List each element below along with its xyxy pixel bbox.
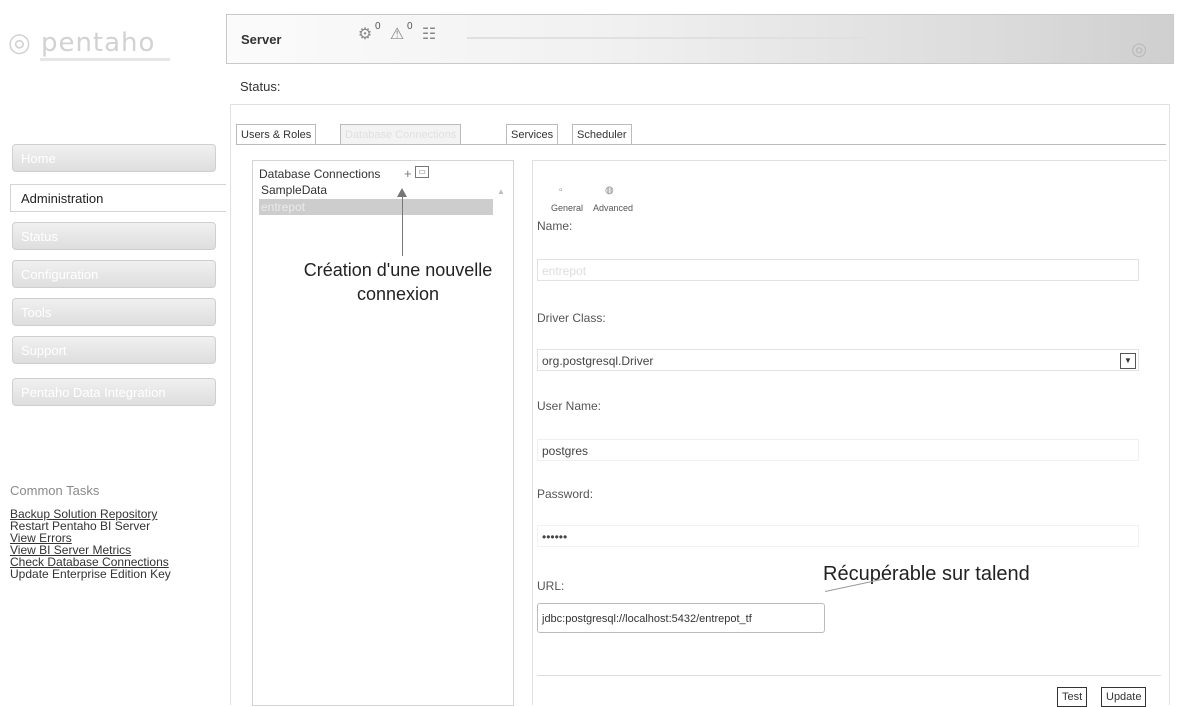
user-name-field[interactable]: postgres (537, 439, 1139, 461)
server-header-bar: Server ⚙ 0 ⚠ 0 ☷ ◎ (226, 14, 1174, 64)
connection-detail-panel: ▫ ◍ General Advanced Name: entrepot Driv… (532, 160, 1167, 707)
annotation-new-connection: Création d'une nouvelle connexion (303, 260, 493, 304)
password-field[interactable]: •••••• (537, 525, 1139, 547)
logo-icon: ◎ (8, 28, 32, 58)
nav-support[interactable]: Support (12, 336, 216, 364)
tab-scheduler[interactable]: Scheduler (572, 124, 632, 144)
detail-divider (537, 675, 1161, 676)
url-field[interactable]: jdbc:postgresql://localhost:5432/entrepo… (537, 603, 825, 633)
logo-text: pentaho (40, 28, 156, 58)
driver-class-value: org.postgresql.Driver (542, 354, 654, 368)
tab-users-roles[interactable]: Users & Roles (236, 124, 317, 144)
tab-database-connections[interactable]: Database Connections (340, 124, 462, 144)
common-tasks-title: Common Tasks (10, 483, 100, 498)
nav-administration[interactable]: Administration (10, 184, 226, 212)
nav-home[interactable]: Home (12, 144, 216, 172)
warning-count: 0 (407, 21, 413, 32)
status-label: Status: (240, 79, 281, 94)
nav-configuration[interactable]: Configuration (12, 260, 216, 288)
warning-icon[interactable]: ⚠ (387, 25, 407, 45)
advanced-tab-icon[interactable]: ◍ (605, 185, 614, 196)
driver-class-label: Driver Class: (537, 311, 606, 325)
nav-tools[interactable]: Tools (12, 298, 216, 326)
driver-class-select[interactable]: org.postgresql.Driver ▼ (537, 349, 1139, 371)
gear-status-icon[interactable]: ⚙ (355, 25, 375, 45)
add-connection-button[interactable]: + (404, 166, 412, 181)
logo-tagline (40, 58, 170, 61)
test-button[interactable]: Test (1057, 687, 1088, 707)
task-update-key[interactable]: Update Enterprise Edition Key (10, 568, 171, 580)
connection-item-entrepot[interactable]: entrepot (259, 199, 493, 215)
header-divider (467, 37, 867, 39)
pentaho-logo: ◎ pentaho (8, 28, 155, 58)
tab-divider (236, 144, 1166, 145)
general-tab-icon[interactable]: ▫ (559, 185, 563, 196)
connections-list-header: Database Connections (259, 167, 381, 181)
nav-status[interactable]: Status (12, 222, 216, 250)
user-name-label: User Name: (537, 399, 602, 413)
server-list-icon[interactable]: ☷ (419, 25, 439, 45)
info-count: 0 (375, 21, 381, 32)
header-brand-mark: ◎ (1131, 39, 1147, 59)
chevron-down-icon[interactable]: ▼ (1120, 353, 1136, 369)
name-field[interactable]: entrepot (537, 259, 1139, 281)
tab-services[interactable]: Services (506, 124, 559, 144)
name-label: Name: (537, 219, 573, 233)
connections-list: Database Connections + ▭ SampleData entr… (252, 160, 514, 706)
annotation-arrow-line (402, 196, 403, 256)
url-label: URL: (537, 579, 565, 593)
connection-item-sampledata[interactable]: SampleData (259, 182, 493, 198)
update-button[interactable]: Update (1101, 687, 1147, 707)
general-tab-label[interactable]: General (551, 203, 583, 213)
nav-pentaho-data-integration[interactable]: Pentaho Data Integration (12, 378, 216, 406)
add-connection-icon[interactable]: ▭ (415, 166, 429, 178)
scroll-up-icon[interactable]: ▲ (497, 187, 505, 196)
annotation-talend: Récupérable sur talend (823, 563, 1030, 585)
password-label: Password: (537, 487, 594, 501)
advanced-tab-label[interactable]: Advanced (593, 203, 633, 213)
server-title: Server (241, 32, 282, 47)
